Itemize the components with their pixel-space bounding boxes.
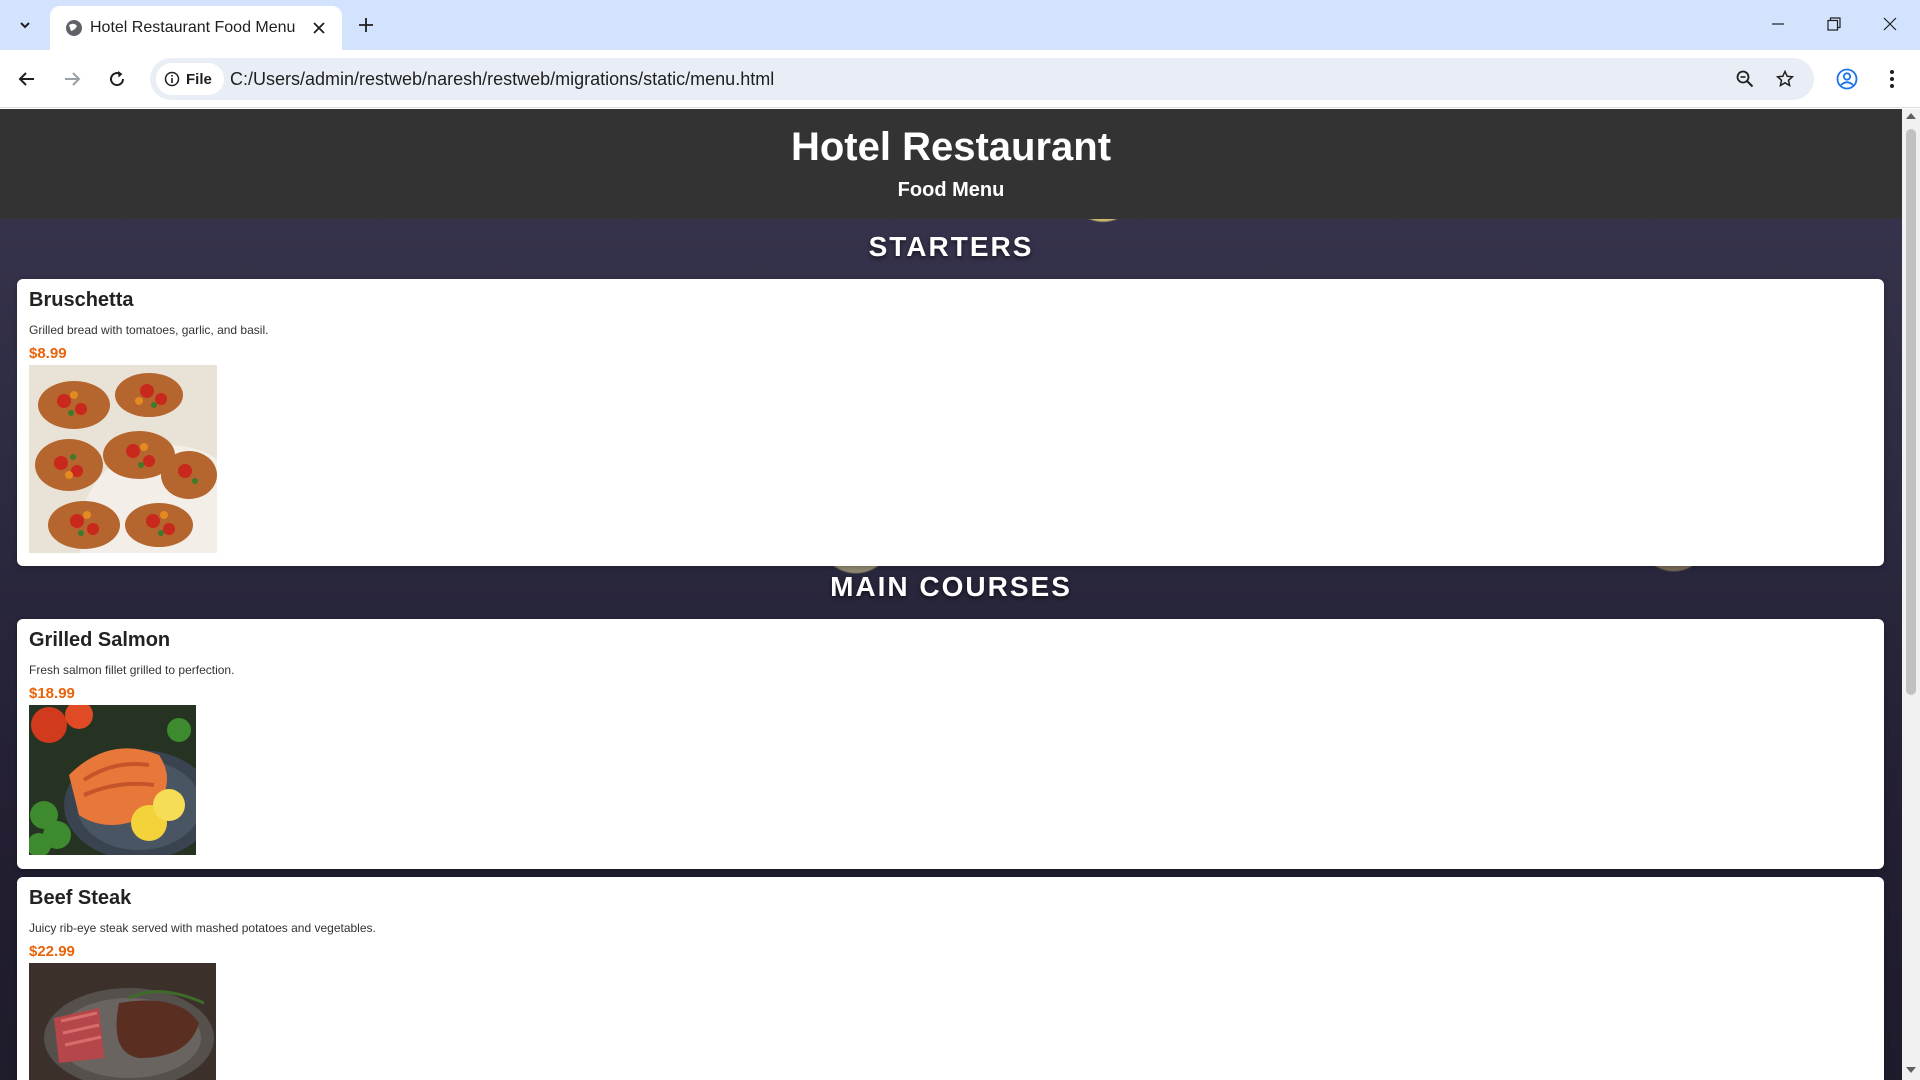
- vertical-scrollbar[interactable]: [1902, 109, 1920, 1080]
- scroll-down-arrow-icon[interactable]: [1906, 1067, 1916, 1073]
- menu-button[interactable]: [1875, 62, 1909, 96]
- section-heading-starters: STARTERS: [868, 231, 1034, 262]
- browser-toolbar: File C:/Users/admin/restweb/naresh/restw…: [0, 50, 1920, 108]
- arrow-right-icon: [65, 72, 81, 86]
- item-description: Grilled bread with tomatoes, garlic, and…: [29, 323, 269, 337]
- close-icon: [313, 22, 325, 34]
- item-name: Beef Steak: [29, 887, 132, 909]
- zoom-button[interactable]: [1730, 64, 1760, 94]
- tab-title: Hotel Restaurant Food Menu: [90, 19, 296, 36]
- item-price: $22.99: [29, 943, 75, 960]
- plus-icon: [359, 18, 373, 32]
- zoom-out-icon: [1736, 70, 1754, 88]
- globe-icon: [66, 20, 82, 36]
- menu-item-card: Beef Steak Juicy rib-eye steak served wi…: [17, 877, 1884, 1080]
- close-window-button[interactable]: [1862, 0, 1918, 48]
- reload-icon: [110, 71, 125, 87]
- back-button[interactable]: [10, 62, 44, 96]
- site-info-chip[interactable]: File: [156, 63, 224, 95]
- close-icon: [1883, 17, 1897, 31]
- forward-button[interactable]: [55, 62, 89, 96]
- item-name: Bruschetta: [29, 289, 134, 311]
- more-vert-icon: [1890, 70, 1894, 88]
- menu-item-card: Grilled Salmon Fresh salmon fillet grill…: [17, 619, 1884, 869]
- url-text[interactable]: C:/Users/admin/restweb/naresh/restweb/mi…: [230, 69, 774, 90]
- tab-close-button[interactable]: [308, 17, 330, 39]
- item-description: Fresh salmon fillet grilled to perfectio…: [29, 663, 235, 677]
- grilled-salmon-image: [29, 705, 196, 855]
- restore-button[interactable]: [1806, 0, 1862, 48]
- tab-search-button[interactable]: [10, 10, 40, 40]
- item-name: Grilled Salmon: [29, 629, 171, 651]
- page-viewport: Hotel Restaurant Food Menu STARTERS Brus…: [0, 109, 1902, 1080]
- section-heading-main-courses: MAIN COURSES: [830, 571, 1072, 602]
- bookmark-button[interactable]: [1770, 64, 1800, 94]
- tab-strip: Hotel Restaurant Food Menu: [0, 0, 1920, 50]
- menu-item-card: Bruschetta Grilled bread with tomatoes, …: [17, 279, 1884, 566]
- arrow-left-icon: [18, 72, 34, 86]
- bruschetta-image: [29, 365, 217, 553]
- page-subtitle: Food Menu: [897, 179, 1005, 201]
- reload-button[interactable]: [100, 62, 134, 96]
- info-icon: [164, 71, 180, 87]
- item-description: Juicy rib-eye steak served with mashed p…: [29, 921, 376, 935]
- file-label: File: [186, 70, 212, 88]
- page-header: Hotel Restaurant Food Menu: [0, 109, 1902, 219]
- restore-icon: [1827, 17, 1841, 31]
- item-price: $8.99: [29, 345, 67, 362]
- page-title: Hotel Restaurant: [790, 125, 1112, 169]
- active-tab[interactable]: Hotel Restaurant Food Menu: [50, 6, 342, 50]
- profile-button[interactable]: [1830, 62, 1864, 96]
- minimize-button[interactable]: [1750, 0, 1806, 48]
- star-icon: [1776, 70, 1794, 88]
- minimize-icon: [1772, 23, 1784, 25]
- account-icon: [1836, 68, 1858, 90]
- scrollbar-thumb[interactable]: [1906, 129, 1916, 695]
- scroll-up-arrow-icon[interactable]: [1906, 113, 1916, 119]
- item-price: $18.99: [29, 685, 75, 702]
- chevron-down-icon: [20, 22, 30, 29]
- beef-steak-image: [29, 963, 216, 1080]
- address-bar[interactable]: File C:/Users/admin/restweb/naresh/restw…: [150, 58, 1814, 100]
- new-tab-button[interactable]: [351, 10, 381, 40]
